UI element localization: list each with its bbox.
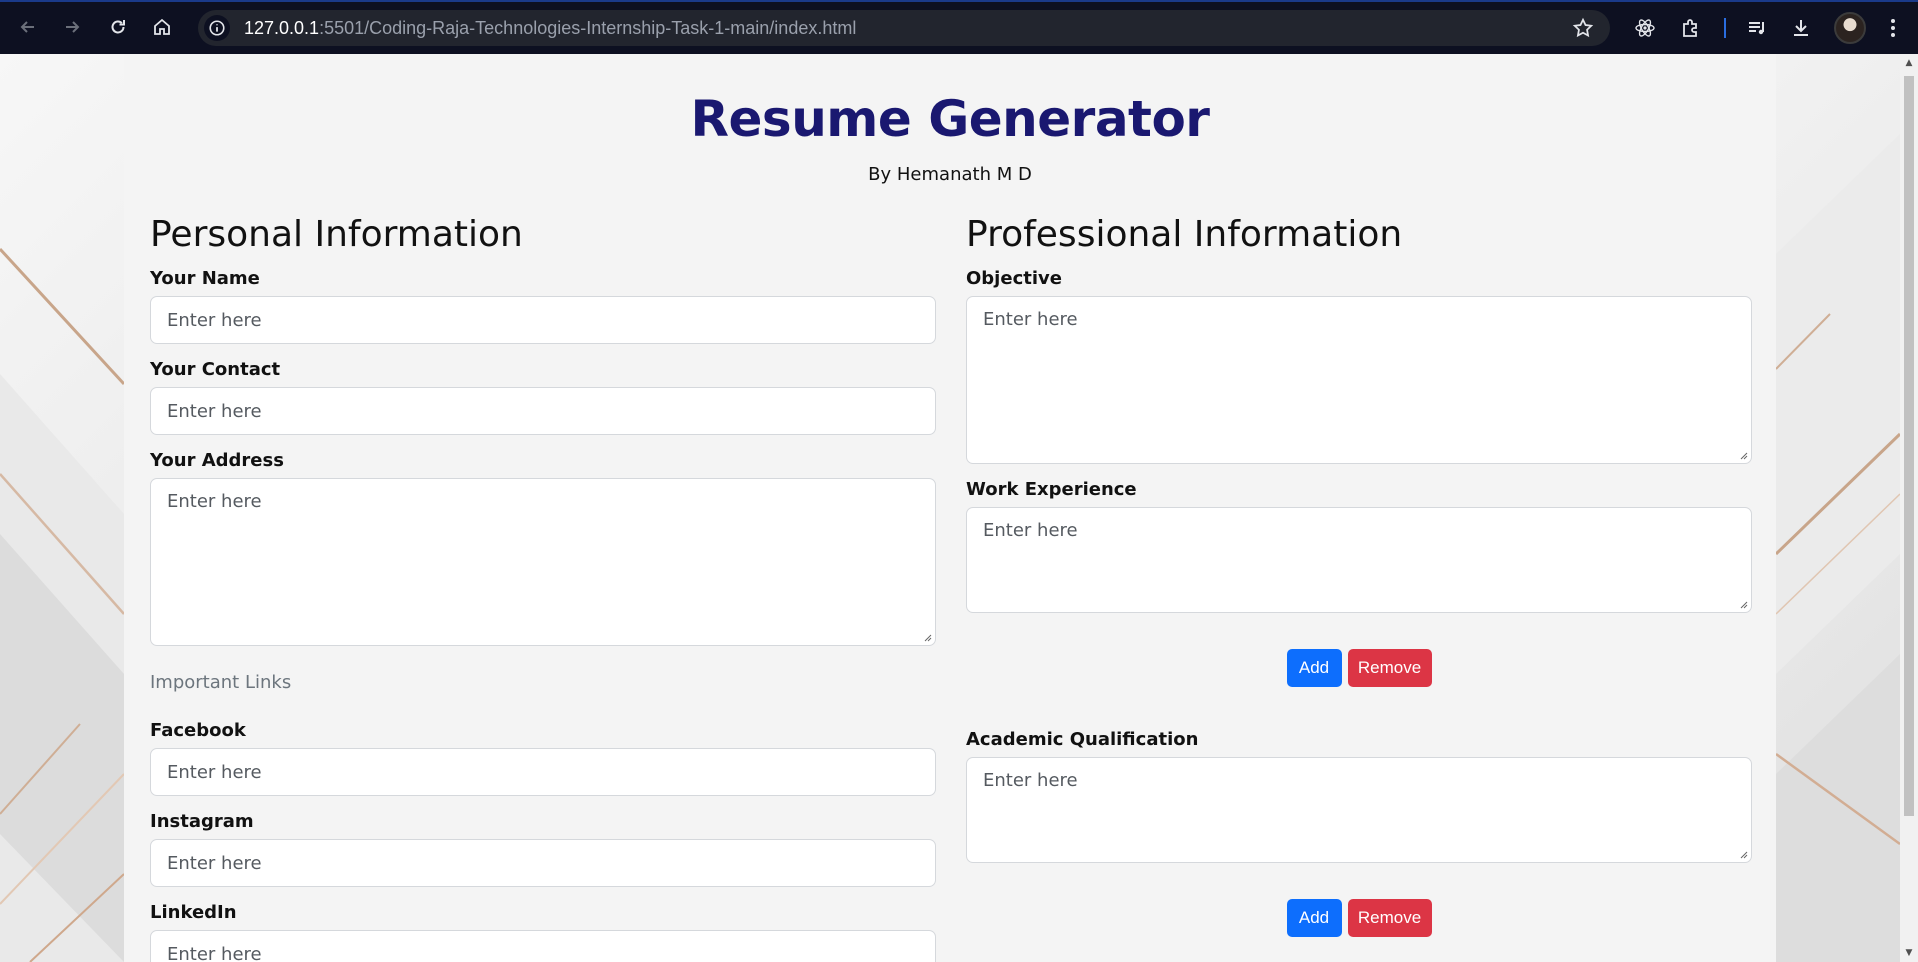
academic-qualification-label: Academic Qualification	[966, 729, 1199, 750]
url-path: :5501/Coding-Raja-Technologies-Internshi…	[319, 17, 857, 38]
url-text[interactable]: 127.0.0.1:5501/Coding-Raja-Technologies-…	[244, 18, 856, 39]
objective-placeholder: Enter here	[983, 309, 1078, 330]
react-devtools-icon[interactable]	[1632, 15, 1658, 41]
work-add-button[interactable]: Add	[1286, 649, 1342, 687]
address-textarea[interactable]: Enter here	[150, 478, 936, 646]
resume-form-container: Resume Generator By Hemanath M D Persona…	[124, 54, 1776, 962]
work-experience-placeholder: Enter here	[983, 520, 1078, 541]
media-playlist-icon[interactable]	[1744, 15, 1770, 41]
page-byline: By Hemanath M D	[868, 164, 1032, 185]
work-experience-label: Work Experience	[966, 479, 1137, 500]
resize-grip-icon[interactable]	[1738, 849, 1748, 859]
facebook-placeholder: Enter here	[167, 761, 262, 783]
site-info-icon[interactable]	[204, 15, 230, 41]
toolbar-separator	[1724, 18, 1726, 38]
extensions-puzzle-icon[interactable]	[1678, 15, 1704, 41]
contact-input[interactable]: Enter here	[150, 387, 936, 435]
page-viewport: Resume Generator By Hemanath M D Persona…	[0, 54, 1900, 962]
resize-grip-icon[interactable]	[1738, 450, 1748, 460]
linkedin-placeholder: Enter here	[167, 943, 262, 962]
name-placeholder: Enter here	[167, 309, 262, 331]
personal-information-section: Personal Information Your Name Enter her…	[150, 210, 936, 962]
forward-icon[interactable]	[58, 13, 86, 41]
academic-add-button[interactable]: Add	[1286, 899, 1342, 937]
name-input[interactable]: Enter here	[150, 296, 936, 344]
important-links-heading: Important Links	[150, 672, 292, 693]
academic-actions: Add Remove	[966, 899, 1752, 937]
scroll-up-arrow-icon[interactable]: ▲	[1904, 58, 1914, 68]
contact-label: Your Contact	[150, 359, 281, 380]
bookmark-star-icon[interactable]	[1572, 17, 1594, 39]
reload-icon[interactable]	[104, 13, 132, 41]
objective-textarea[interactable]: Enter here	[966, 296, 1752, 464]
resize-grip-icon[interactable]	[922, 632, 932, 642]
academic-remove-button[interactable]: Remove	[1347, 899, 1432, 937]
instagram-input[interactable]: Enter here	[150, 839, 936, 887]
home-icon[interactable]	[148, 13, 176, 41]
address-label: Your Address	[150, 450, 284, 471]
back-icon[interactable]	[14, 13, 42, 41]
menu-kebab-icon[interactable]	[1880, 15, 1906, 41]
objective-label: Objective	[966, 268, 1062, 289]
name-label: Your Name	[150, 268, 260, 289]
facebook-label: Facebook	[150, 720, 246, 741]
profile-avatar[interactable]	[1834, 12, 1866, 44]
address-bar[interactable]: 127.0.0.1:5501/Coding-Raja-Technologies-…	[198, 10, 1610, 46]
academic-placeholder: Enter here	[983, 770, 1078, 791]
academic-qualification-textarea[interactable]: Enter here	[966, 757, 1752, 863]
professional-information-heading: Professional Information	[966, 214, 1403, 255]
contact-placeholder: Enter here	[167, 400, 262, 422]
page-scrollbar[interactable]: ▲ ▼	[1900, 54, 1918, 962]
browser-toolbar: 127.0.0.1:5501/Coding-Raja-Technologies-…	[0, 0, 1918, 54]
linkedin-input[interactable]: Enter here	[150, 930, 936, 962]
linkedin-label: LinkedIn	[150, 902, 237, 923]
instagram-label: Instagram	[150, 811, 254, 832]
resize-grip-icon[interactable]	[1738, 599, 1748, 609]
work-experience-textarea[interactable]: Enter here	[966, 507, 1752, 613]
page-title: Resume Generator	[690, 90, 1210, 148]
instagram-placeholder: Enter here	[167, 852, 262, 874]
url-host: 127.0.0.1	[244, 17, 320, 38]
facebook-input[interactable]: Enter here	[150, 748, 936, 796]
work-remove-button[interactable]: Remove	[1347, 649, 1432, 687]
download-icon[interactable]	[1788, 15, 1814, 41]
address-placeholder: Enter here	[167, 491, 262, 512]
personal-information-heading: Personal Information	[150, 214, 523, 255]
work-experience-actions: Add Remove	[966, 649, 1752, 687]
scrollbar-thumb[interactable]	[1904, 76, 1914, 816]
professional-information-section: Professional Information Objective Enter…	[966, 210, 1752, 937]
scroll-down-arrow-icon[interactable]: ▼	[1904, 948, 1914, 958]
